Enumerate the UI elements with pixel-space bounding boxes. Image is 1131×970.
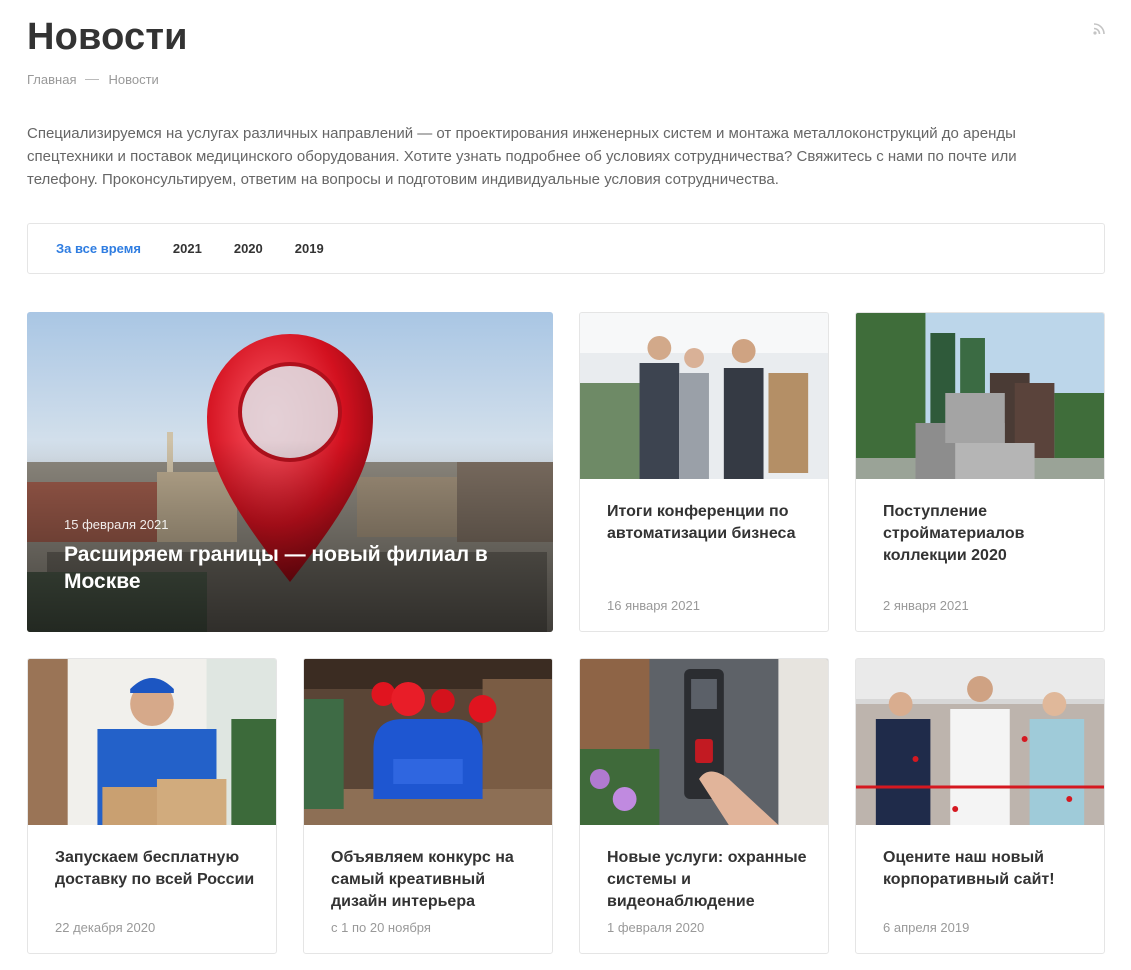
news-image (304, 659, 552, 825)
news-title[interactable]: Оцените наш новый корпоративный сайт! (883, 847, 1083, 891)
news-card[interactable]: Новые услуги: охранные системы и видеона… (579, 658, 829, 954)
breadcrumb: Главная Новости (27, 72, 159, 87)
news-card[interactable]: Запускаем бесплатную доставку по всей Ро… (27, 658, 277, 954)
news-date: 22 декабря 2020 (55, 920, 156, 935)
news-card[interactable]: Итоги конференции по автоматизации бизне… (579, 312, 829, 632)
news-title[interactable]: Поступление стройматериалов коллекции 20… (883, 501, 1083, 567)
news-card[interactable]: Поступление стройматериалов коллекции 20… (855, 312, 1105, 632)
news-image (856, 313, 1104, 479)
news-image (856, 659, 1104, 825)
breadcrumb-home-link[interactable]: Главная (27, 72, 76, 87)
featured-news-title[interactable]: Расширяем границы — новый филиал в Москв… (64, 541, 504, 595)
page-title: Новости (27, 16, 188, 58)
news-image (580, 313, 828, 479)
news-card[interactable]: Объявляем конкурс на самый креативный ди… (303, 658, 553, 954)
filter-2019[interactable]: 2019 (295, 241, 324, 256)
news-title[interactable]: Итоги конференции по автоматизации бизне… (607, 501, 807, 545)
news-date: с 1 по 20 ноября (331, 920, 431, 935)
filter-2021[interactable]: 2021 (173, 241, 202, 256)
featured-news-date: 15 февраля 2021 (64, 517, 169, 532)
year-filter-bar: За все время 2021 2020 2019 (27, 223, 1105, 274)
news-title[interactable]: Объявляем конкурс на самый креативный ди… (331, 847, 531, 913)
intro-text: Специализируемся на услугах различных на… (27, 125, 1017, 188)
filter-2020[interactable]: 2020 (234, 241, 263, 256)
rss-icon[interactable] (1092, 22, 1106, 36)
news-image (580, 659, 828, 825)
breadcrumb-current: Новости (108, 72, 159, 87)
news-date: 16 января 2021 (607, 598, 700, 613)
news-title[interactable]: Запускаем бесплатную доставку по всей Ро… (55, 847, 255, 891)
featured-news-card[interactable]: 15 февраля 2021 Расширяем границы — новы… (27, 312, 553, 632)
news-date: 1 февраля 2020 (607, 920, 705, 935)
filter-all-time[interactable]: За все время (56, 241, 141, 256)
breadcrumb-separator (85, 79, 100, 80)
news-image (28, 659, 276, 825)
news-date: 2 января 2021 (883, 598, 969, 613)
news-date: 6 апреля 2019 (883, 920, 970, 935)
news-card[interactable]: Оцените наш новый корпоративный сайт! 6 … (855, 658, 1105, 954)
news-title[interactable]: Новые услуги: охранные системы и видеона… (607, 847, 807, 913)
